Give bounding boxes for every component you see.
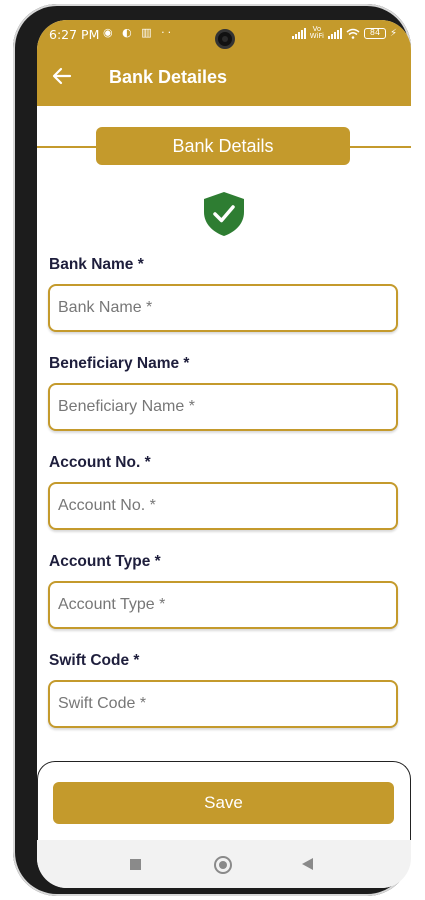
account-type-label: Account Type * <box>49 553 161 570</box>
swift-code-label: Swift Code * <box>49 652 140 669</box>
phone-frame: 6:27 PM ◉ ◐ ▥ ·· Vo WiFi 84 ⚡ Bank Detai… <box>13 4 411 896</box>
shield-check-icon <box>201 190 247 238</box>
status-time: 6:27 PM <box>49 27 100 42</box>
page-title: Bank Detailes <box>109 67 228 87</box>
save-button[interactable]: Save <box>53 782 394 824</box>
recent-apps-icon[interactable] <box>130 859 141 870</box>
account-no-label: Account No. * <box>49 454 151 471</box>
charging-icon: ⚡ <box>389 27 397 39</box>
bank-name-input[interactable] <box>48 284 398 332</box>
signal-icon <box>291 27 306 39</box>
front-camera <box>215 29 235 49</box>
swift-code-input[interactable] <box>48 680 398 728</box>
account-no-input[interactable] <box>48 482 398 530</box>
signal-icon-2 <box>327 27 342 39</box>
beneficiary-name-label: Beneficiary Name * <box>49 355 190 372</box>
section-title: Bank Details <box>96 127 350 165</box>
bank-name-label: Bank Name * <box>49 256 144 273</box>
beneficiary-name-input[interactable] <box>48 383 398 431</box>
notification-icons: ◉ ◐ ▥ ·· <box>103 26 175 39</box>
account-type-input[interactable] <box>48 581 398 629</box>
vowifi-icon: Vo WiFi <box>309 25 324 40</box>
battery-icon: 84 <box>363 27 386 39</box>
back-arrow-icon[interactable] <box>51 65 75 89</box>
status-right-icons: Vo WiFi 84 ⚡ <box>291 25 397 40</box>
nav-back-icon[interactable] <box>302 858 313 870</box>
app-header: 6:27 PM ◉ ◐ ▥ ·· Vo WiFi 84 ⚡ Bank Detai… <box>37 20 411 106</box>
home-icon[interactable] <box>214 856 232 874</box>
wifi-icon <box>346 28 360 39</box>
screen: 6:27 PM ◉ ◐ ▥ ·· Vo WiFi 84 ⚡ Bank Detai… <box>37 20 411 888</box>
system-nav-bar <box>37 840 411 888</box>
